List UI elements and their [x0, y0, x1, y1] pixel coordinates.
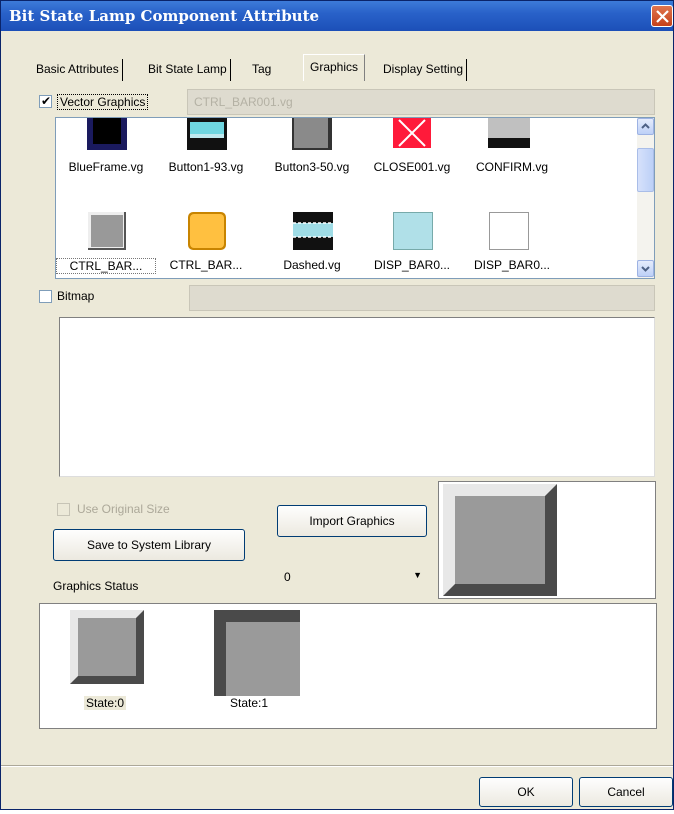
- list-item-label: Dashed.vg: [283, 258, 341, 272]
- close-thumbnail: [393, 118, 431, 148]
- title-bar[interactable]: Bit State Lamp Component Attribute: [1, 1, 673, 31]
- button1-thumbnail: [187, 118, 227, 150]
- use-original-size-checkbox[interactable]: [57, 503, 70, 516]
- import-graphics-button[interactable]: Import Graphics: [277, 505, 427, 537]
- bitmap-label[interactable]: Bitmap: [57, 289, 94, 303]
- list-item[interactable]: BlueFrame.vg: [56, 118, 156, 180]
- close-button[interactable]: [651, 5, 673, 27]
- list-item[interactable]: CONFIRM.vg: [462, 118, 562, 180]
- chevron-up-icon: [641, 123, 650, 129]
- ctrl-bar-orange-thumbnail: [188, 212, 226, 250]
- vector-graphics-file-field: CTRL_BAR001.vg: [187, 89, 655, 115]
- state-0-thumbnail[interactable]: [70, 610, 144, 684]
- bitmap-checkbox[interactable]: [39, 290, 52, 303]
- dialog-window: Bit State Lamp Component Attribute Basic…: [0, 0, 674, 810]
- tab-basic-attributes[interactable]: Basic Attributes: [33, 59, 123, 81]
- list-scrollbar[interactable]: [637, 118, 654, 278]
- footer-divider-highlight: [1, 766, 673, 767]
- tab-strip: Basic Attributes Bit State Lamp Tag Grap…: [1, 51, 673, 81]
- tab-tag[interactable]: Tag: [249, 59, 274, 81]
- bitmap-preview-area: [59, 317, 655, 477]
- cancel-button[interactable]: Cancel: [579, 777, 673, 807]
- close-icon: [656, 10, 669, 23]
- scroll-thumb[interactable]: [637, 148, 654, 192]
- tab-graphics[interactable]: Graphics: [303, 54, 366, 81]
- confirm-thumbnail: [488, 118, 530, 148]
- blueframe-thumbnail: [87, 118, 127, 150]
- list-item-label: DISP_BAR0...: [473, 258, 551, 272]
- list-item-label: CONFIRM.vg: [476, 160, 548, 174]
- button3-thumbnail: [292, 118, 332, 150]
- dashed-thumbnail: [293, 212, 333, 250]
- ok-button[interactable]: OK: [479, 777, 573, 807]
- graphics-status-area: State:0 State:1: [39, 603, 657, 729]
- bitmap-file-field: [189, 285, 655, 311]
- state-1-label: State:1: [230, 696, 269, 710]
- state-1-thumbnail[interactable]: [214, 610, 300, 696]
- scroll-up-button[interactable]: [637, 118, 654, 135]
- list-item-label: Button1-93.vg: [168, 160, 244, 174]
- use-original-size-label: Use Original Size: [77, 502, 170, 516]
- disp-bar-white-thumbnail: [489, 212, 529, 250]
- list-item[interactable]: CTRL_BAR...: [56, 208, 156, 274]
- list-item-label: BlueFrame.vg: [68, 160, 144, 174]
- list-item-label: Button3-50.vg: [274, 160, 350, 174]
- tab-display-setting[interactable]: Display Setting: [380, 59, 468, 81]
- state-select[interactable]: 0 ▼: [278, 567, 428, 589]
- tab-bit-state-lamp[interactable]: Bit State Lamp: [145, 59, 231, 81]
- list-item[interactable]: Button3-50.vg: [262, 118, 362, 180]
- list-item-label: DISP_BAR0...: [373, 258, 451, 272]
- list-item[interactable]: CTRL_BAR...: [156, 208, 256, 274]
- chevron-down-icon: [641, 266, 650, 272]
- disp-bar-thumbnail: [393, 212, 433, 250]
- state-select-value: 0: [284, 570, 291, 584]
- list-item-label: CTRL_BAR...: [169, 258, 243, 272]
- state-0-label: State:0: [84, 696, 127, 710]
- list-item[interactable]: Button1-93.vg: [156, 118, 256, 180]
- list-item-label: CTRL_BAR...: [56, 258, 156, 274]
- ctrl-bar-thumbnail: [88, 212, 126, 250]
- list-item[interactable]: CLOSE001.vg: [362, 118, 462, 180]
- list-item[interactable]: DISP_BAR0...: [362, 208, 462, 274]
- dropdown-arrow-icon: ▼: [413, 570, 422, 580]
- vector-graphics-list[interactable]: BlueFrame.vg Button1-93.vg Button3-50.vg…: [55, 117, 655, 279]
- window-title: Bit State Lamp Component Attribute: [9, 7, 320, 25]
- list-item[interactable]: Dashed.vg: [262, 208, 362, 274]
- preview-graphic: [443, 484, 557, 596]
- graphics-status-label: Graphics Status: [53, 579, 139, 593]
- list-item[interactable]: DISP_BAR0...: [462, 208, 562, 274]
- check-mark-icon: ✔: [41, 94, 52, 108]
- save-to-library-button[interactable]: Save to System Library: [53, 529, 245, 561]
- list-item-label: CLOSE001.vg: [373, 160, 451, 174]
- graphic-preview: [438, 481, 656, 599]
- vector-graphics-checkbox[interactable]: ✔: [39, 95, 52, 108]
- scroll-down-button[interactable]: [637, 260, 654, 277]
- vector-graphics-label[interactable]: Vector Graphics: [57, 94, 149, 110]
